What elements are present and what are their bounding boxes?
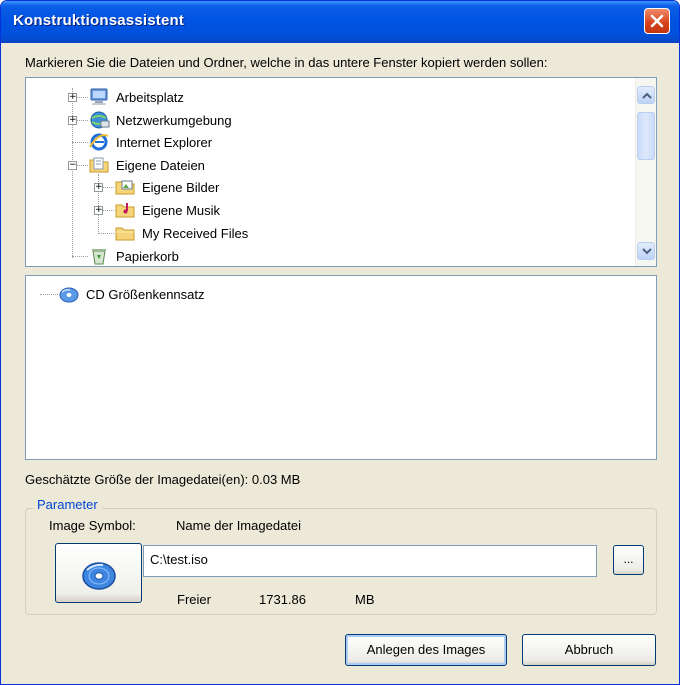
- tree-line: [98, 233, 114, 234]
- tree-expander[interactable]: +: [68, 93, 77, 102]
- source-tree[interactable]: + + − + + Arbeitsplatz Netzwerkumgebung …: [25, 77, 657, 267]
- tree-item-label: Papierkorb: [116, 248, 179, 264]
- tree-item-arbeitsplatz[interactable]: Arbeitsplatz: [88, 87, 184, 107]
- chevron-down-icon: [642, 248, 652, 255]
- chevron-up-icon: [642, 92, 652, 99]
- tree-item-label: Arbeitsplatz: [116, 89, 184, 105]
- tree-item-label: Netzwerkumgebung: [116, 112, 232, 128]
- tree-item-my-received-files[interactable]: My Received Files: [114, 223, 248, 243]
- tree-item-eigene-musik[interactable]: Eigene Musik: [114, 200, 220, 220]
- tree-item-label: Internet Explorer: [116, 134, 213, 150]
- network-icon: [88, 110, 110, 130]
- source-tree-scrollbar[interactable]: [635, 78, 656, 266]
- cancel-button[interactable]: Abbruch: [522, 634, 656, 666]
- tree-item-label: Eigene Musik: [142, 202, 221, 218]
- dialog-window: Konstruktionsassistent Markieren Sie die…: [0, 0, 680, 685]
- tree-item-label: My Received Files: [142, 225, 249, 241]
- internet-explorer-icon: [88, 132, 110, 152]
- computer-icon: [88, 87, 110, 107]
- tree-item-netzwerkumgebung[interactable]: Netzwerkumgebung: [88, 110, 232, 130]
- image-name-label: Name der Imagedatei: [176, 518, 302, 533]
- free-space-unit: MB: [355, 592, 375, 607]
- documents-folder-icon: [88, 155, 110, 175]
- tree-item-cd-label[interactable]: CD Größenkennsatz: [58, 284, 205, 304]
- estimated-size-label: Geschätzte Größe der Imagedatei(en): 0.0…: [25, 472, 301, 487]
- tree-item-internet-explorer[interactable]: Internet Explorer: [88, 132, 212, 152]
- tree-item-label: Eigene Bilder: [142, 179, 220, 195]
- tree-line: [72, 256, 88, 257]
- tree-item-label: CD Größenkennsatz: [86, 286, 205, 302]
- cd-icon: [58, 284, 80, 304]
- close-icon: [650, 14, 664, 28]
- target-tree[interactable]: CD Größenkennsatz: [25, 275, 657, 460]
- instruction-label: Markieren Sie die Dateien und Ordner, we…: [25, 55, 548, 70]
- create-image-button[interactable]: Anlegen des Images: [345, 634, 507, 666]
- image-path-input[interactable]: C:\test.iso: [143, 545, 597, 577]
- tree-expander[interactable]: +: [94, 183, 103, 192]
- tree-expander[interactable]: +: [68, 116, 77, 125]
- tree-item-eigene-bilder[interactable]: Eigene Bilder: [114, 177, 219, 197]
- tree-item-eigene-dateien[interactable]: Eigene Dateien: [88, 155, 205, 175]
- cd-icon: [82, 562, 116, 590]
- parameter-group-legend: Parameter: [33, 497, 102, 512]
- scroll-up-button[interactable]: [637, 86, 655, 104]
- tree-item-papierkorb[interactable]: Papierkorb: [88, 246, 179, 266]
- folder-icon: [114, 223, 136, 243]
- image-symbol-label: Image Symbol:: [49, 518, 136, 533]
- tree-item-label: Eigene Dateien: [116, 157, 205, 173]
- browse-button[interactable]: ...: [613, 545, 644, 575]
- tree-line: [72, 88, 73, 258]
- music-folder-icon: [114, 200, 136, 220]
- tree-line: [40, 294, 58, 295]
- scroll-thumb[interactable]: [637, 112, 655, 160]
- free-space-label: Freier: [177, 592, 211, 607]
- pictures-folder-icon: [114, 177, 136, 197]
- title-bar[interactable]: Konstruktionsassistent: [1, 1, 679, 43]
- recycle-bin-icon: [88, 246, 110, 266]
- tree-line: [72, 142, 88, 143]
- scroll-down-button[interactable]: [637, 242, 655, 260]
- tree-expander[interactable]: +: [94, 206, 103, 215]
- window-title: Konstruktionsassistent: [13, 12, 185, 29]
- close-button[interactable]: [644, 8, 670, 34]
- image-symbol-button[interactable]: [55, 543, 142, 603]
- tree-expander[interactable]: −: [68, 161, 77, 170]
- free-space-value: 1731.86: [259, 592, 306, 607]
